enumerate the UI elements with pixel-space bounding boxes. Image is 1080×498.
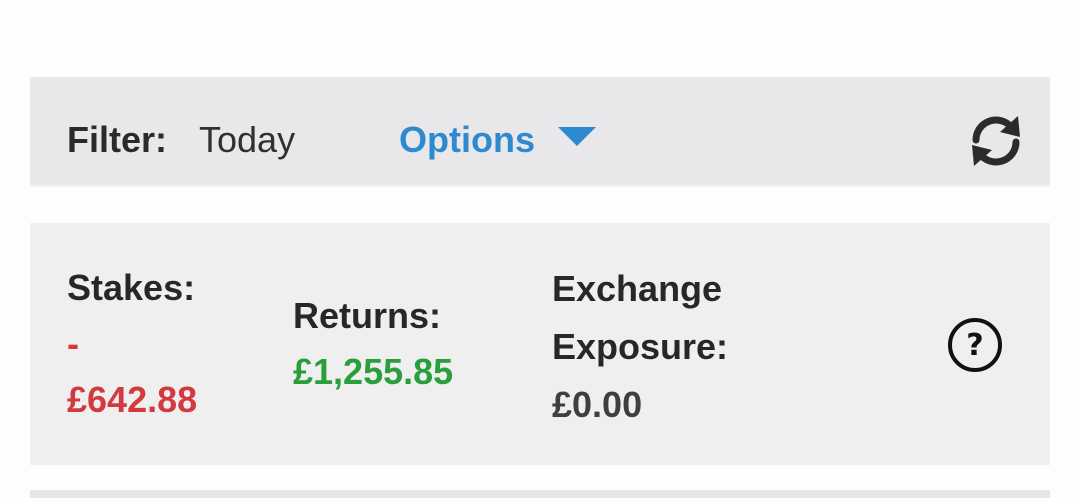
stakes-summary: Stakes: - £642.88 bbox=[67, 260, 257, 428]
refresh-icon[interactable] bbox=[966, 110, 1026, 170]
summary-panel: Stakes: - £642.88 Returns: £1,255.85 Exc… bbox=[30, 223, 1050, 465]
caret-down-icon[interactable] bbox=[557, 126, 596, 146]
filter-label: Filter: bbox=[67, 119, 168, 160]
refresh-button[interactable] bbox=[966, 110, 1026, 170]
returns-label: Returns: bbox=[293, 295, 442, 336]
stakes-label: Stakes: bbox=[67, 267, 196, 308]
options-label[interactable]: Options bbox=[399, 118, 535, 162]
options-dropdown[interactable]: Options bbox=[399, 118, 596, 162]
stakes-value: £642.88 bbox=[67, 379, 198, 420]
exposure-label-line2: Exposure: bbox=[552, 326, 729, 367]
filter-bar: Filter: Today Options bbox=[30, 77, 1050, 185]
returns-summary: Returns: £1,255.85 bbox=[293, 288, 533, 400]
help-icon[interactable]: ? bbox=[948, 318, 1002, 372]
exposure-label-line1: Exchange bbox=[552, 268, 723, 309]
filter-value[interactable]: Today bbox=[199, 118, 295, 162]
returns-value: £1,255.85 bbox=[293, 351, 454, 392]
stakes-sign: - bbox=[67, 323, 79, 364]
next-panel-edge bbox=[30, 490, 1050, 498]
exposure-summary: Exchange Exposure: £0.00 bbox=[552, 260, 812, 434]
exposure-value: £0.00 bbox=[552, 384, 643, 425]
